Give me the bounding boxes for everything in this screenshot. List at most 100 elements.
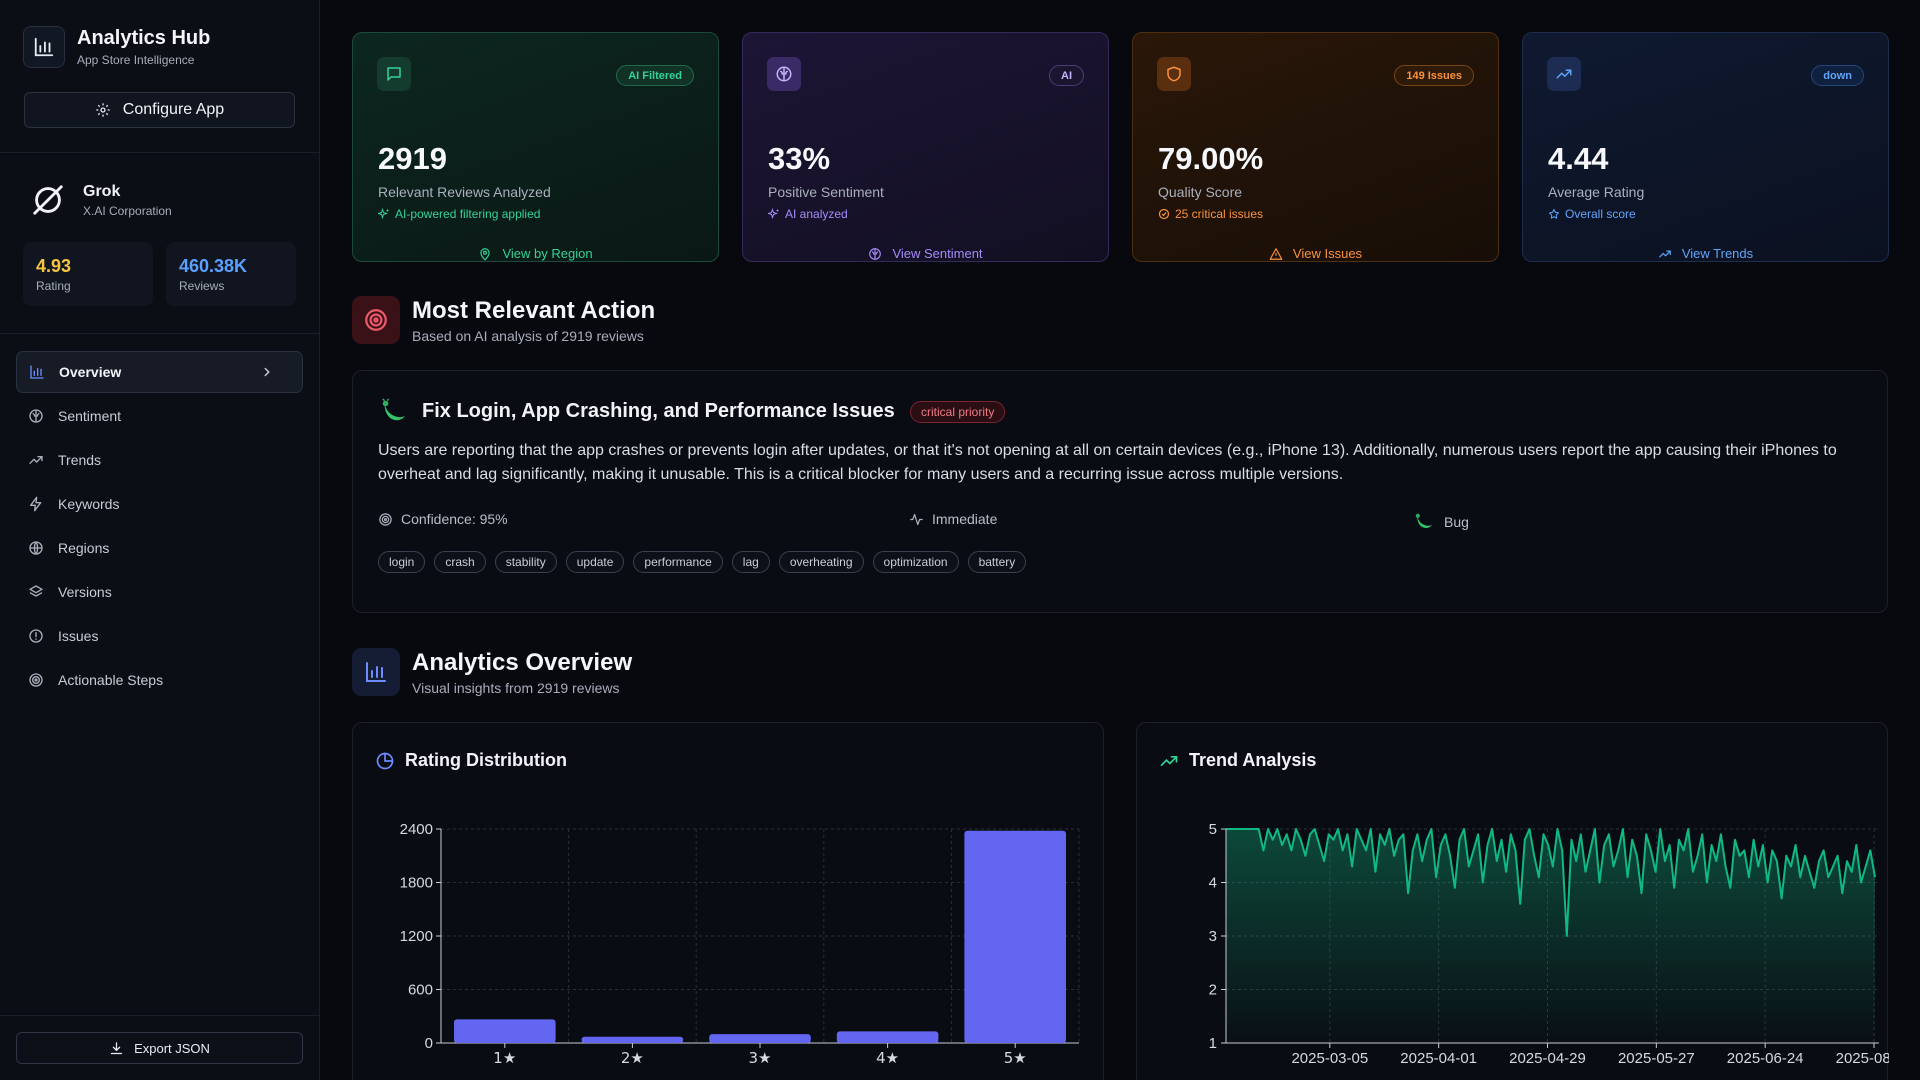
- sidebar-item-sentiment[interactable]: Sentiment: [16, 395, 303, 437]
- tag[interactable]: optimization: [872, 551, 959, 573]
- app-info: Grok X.AI Corporation: [28, 180, 172, 220]
- bug-icon: [1415, 513, 1433, 529]
- sidebar-item-label: Sentiment: [58, 408, 122, 424]
- x-tick-label: 2025-04-01: [1400, 1050, 1477, 1067]
- bar: [454, 1019, 556, 1043]
- bar-chart-icon: [30, 365, 44, 379]
- status-badge: AI: [1049, 65, 1084, 86]
- message-square-icon: [377, 57, 411, 91]
- sidebar-item-versions[interactable]: Versions: [16, 571, 303, 613]
- chevron-right-icon: [264, 367, 270, 377]
- y-tick-label: 3: [1209, 928, 1217, 945]
- view-issues-link[interactable]: View Issues: [1133, 246, 1498, 261]
- stat-card-reviews: AI Filtered 2919 Relevant Reviews Analyz…: [352, 32, 719, 262]
- category-label: Bug: [1444, 514, 1469, 530]
- configure-app-label: Configure App: [122, 101, 225, 118]
- y-tick-label: 600: [408, 982, 433, 999]
- view-sentiment-link[interactable]: View Sentiment: [743, 246, 1108, 261]
- stat-subtext: 25 critical issues: [1158, 207, 1263, 221]
- stat-value: 4.44: [1548, 141, 1609, 176]
- map-pin-icon: [480, 247, 491, 261]
- stat-value: 33%: [768, 141, 831, 176]
- action-card: Fix Login, App Crashing, and Performance…: [352, 370, 1888, 613]
- stat-subtext: AI analyzed: [768, 207, 848, 221]
- export-json-button[interactable]: Export JSON: [16, 1032, 303, 1064]
- gear-icon: [96, 103, 110, 117]
- stat-subtext: Overall score: [1548, 207, 1636, 221]
- stat-card-rating: down 4.44 Average Rating Overall score V…: [1522, 32, 1889, 262]
- x-tick-label: 2025-03-05: [1291, 1050, 1368, 1067]
- bug-icon: [379, 397, 409, 432]
- section-title: Analytics Overview: [412, 648, 633, 676]
- alert-triangle-icon: [1269, 247, 1283, 260]
- section-subtitle: Visual insights from 2919 reviews: [412, 679, 620, 696]
- brand-subtitle: App Store Intelligence: [77, 53, 195, 67]
- sidebar-item-actionable-steps[interactable]: Actionable Steps: [16, 659, 303, 701]
- activity-icon: [910, 513, 923, 525]
- status-badge: AI Filtered: [616, 65, 694, 86]
- sparkles-icon: [768, 208, 779, 220]
- x-tick-label: 3★: [749, 1049, 772, 1067]
- tag[interactable]: update: [565, 551, 625, 573]
- divider: [0, 152, 320, 153]
- sparkles-icon: [378, 208, 389, 220]
- reviews-stat: 460.38K Reviews: [166, 242, 296, 306]
- star-icon: [1549, 209, 1559, 219]
- stat-subtext: AI-powered filtering applied: [378, 207, 540, 221]
- link-label: View by Region: [502, 246, 593, 261]
- link-label: View Issues: [1292, 246, 1363, 261]
- reviews-label: Reviews: [179, 279, 225, 293]
- sidebar-item-issues[interactable]: Issues: [16, 615, 303, 657]
- timeline-label: Immediate: [932, 511, 998, 527]
- confidence-meta: Confidence: 95%: [378, 511, 508, 527]
- grok-logo-icon: [28, 180, 68, 220]
- sidebar-item-label: Trends: [58, 452, 102, 468]
- confidence-label: Confidence: 95%: [401, 511, 508, 527]
- tag[interactable]: lag: [731, 551, 770, 573]
- action-title: Fix Login, App Crashing, and Performance…: [422, 400, 895, 422]
- view-by-region-link[interactable]: View by Region: [353, 246, 718, 261]
- tag[interactable]: performance: [633, 551, 723, 573]
- app-name: Grok: [83, 182, 121, 200]
- x-tick-label: 2★: [621, 1049, 644, 1067]
- tag[interactable]: battery: [967, 551, 1027, 573]
- x-tick-label: 2025-04-29: [1509, 1050, 1586, 1067]
- stat-label: Positive Sentiment: [768, 184, 884, 200]
- x-tick-label: 1★: [493, 1049, 516, 1067]
- trending-up-icon: [29, 456, 43, 464]
- main-content: AI Filtered 2919 Relevant Reviews Analyz…: [320, 0, 1920, 1080]
- link-label: View Trends: [1681, 246, 1754, 261]
- divider: [0, 1015, 320, 1016]
- y-tick-label: 1800: [400, 875, 433, 892]
- sidebar-item-overview[interactable]: Overview: [16, 351, 303, 393]
- tag[interactable]: overheating: [778, 551, 864, 573]
- x-tick-label: 2025-08-02: [1836, 1050, 1889, 1067]
- export-json-label: Export JSON: [134, 1040, 210, 1056]
- stat-subtext-label: Overall score: [1565, 207, 1636, 221]
- rating-stat: 4.93 Rating: [23, 242, 153, 306]
- tag[interactable]: crash: [434, 551, 486, 573]
- view-trends-link[interactable]: View Trends: [1523, 246, 1888, 261]
- bar: [836, 1031, 939, 1043]
- tag[interactable]: stability: [494, 551, 557, 573]
- layers-icon: [29, 585, 43, 597]
- app-company: X.AI Corporation: [83, 203, 172, 218]
- target-icon: [379, 512, 392, 526]
- y-tick-label: 5: [1209, 821, 1217, 838]
- target-icon: [29, 673, 43, 687]
- rating-distribution-chart: 0 600 1200 1800 2400 1★ 2★ 3★ 4★ 5★: [400, 821, 1080, 1067]
- y-tick-label: 1200: [400, 928, 433, 945]
- tag[interactable]: login: [378, 551, 426, 573]
- sidebar-item-label: Issues: [58, 628, 99, 644]
- target-icon: [352, 296, 400, 344]
- stat-value: 79.00%: [1158, 141, 1264, 176]
- brain-icon: [869, 247, 882, 260]
- sidebar-item-regions[interactable]: Regions: [16, 527, 303, 569]
- sidebar-item-keywords[interactable]: Keywords: [16, 483, 303, 525]
- configure-app-button[interactable]: Configure App: [24, 92, 295, 128]
- y-tick-label: 2400: [400, 821, 433, 838]
- sidebar-item-trends[interactable]: Trends: [16, 439, 303, 481]
- brand-title: Analytics Hub: [77, 27, 211, 49]
- brain-icon: [29, 409, 43, 423]
- reviews-value: 460.38K: [179, 256, 248, 276]
